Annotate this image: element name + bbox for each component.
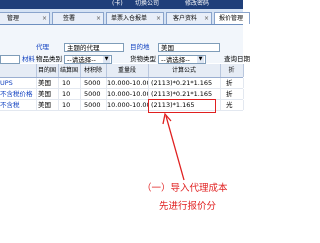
switch-company-link[interactable]: 切换公司 (135, 0, 159, 8)
chevron-down-icon: ▼ (197, 56, 204, 63)
row-weight: 10.000-10.000 (107, 100, 149, 110)
tab-label: 单票入仓报单 (111, 15, 148, 22)
row-weight: 10.000-10.000 (107, 78, 149, 88)
cargo-type-label: 物品类别 (36, 55, 62, 63)
row-country: 美国 (38, 100, 59, 110)
tab-quote-management[interactable]: 报价管理 (214, 12, 250, 24)
row-discount: 光 (226, 100, 244, 110)
tab-single-entry[interactable]: 单票入仓报单 × (106, 12, 164, 24)
row-name[interactable]: 不含税 (0, 100, 37, 110)
tab-sign[interactable]: 签署 × (52, 12, 104, 24)
col-formula: 计算公式 (148, 64, 221, 77)
left-input[interactable] (0, 55, 20, 64)
row-divisor: 5000 (84, 100, 107, 110)
close-icon[interactable]: × (204, 13, 209, 24)
col-blank (0, 64, 37, 77)
top-bar: (卡) 切换公司 修改密码 (0, 0, 243, 9)
tab-management[interactable]: 管理 × (0, 12, 50, 24)
row-divisor: 5000 (84, 78, 107, 88)
annotation-arrow-icon (162, 112, 185, 181)
col-settle: 结算国 (58, 64, 81, 77)
tab-label: 客户资料 (173, 15, 198, 22)
cargo-type-select[interactable]: --请选择-- ▼ (64, 55, 112, 64)
row-country: 美国 (38, 78, 59, 88)
goods-type-select[interactable]: --请选择-- ▼ (158, 55, 206, 64)
row-discount: 折 (226, 78, 244, 88)
row-name[interactable]: UPS (0, 78, 37, 88)
agent-field[interactable]: 主题的代理 (64, 43, 124, 52)
destination-value: 美国 (161, 44, 174, 52)
agent-label: 代理 (36, 43, 49, 51)
row-country: 美国 (38, 89, 59, 99)
query-date-label: 查询日期 (224, 55, 250, 63)
close-icon[interactable]: × (96, 13, 101, 24)
tab-label: 报价管理 (219, 15, 244, 22)
col-destination: 目的国 (36, 64, 59, 77)
filter-panel: 代理 主题的代理 目的地 美国 材料 物品类别 --请选择-- ▼ 货物类型 -… (0, 25, 250, 64)
row-settle: 10 (62, 89, 81, 99)
cargo-type-value: --请选择-- (67, 56, 96, 64)
agent-value: 主题的代理 (67, 44, 100, 52)
tab-label: 管理 (7, 15, 20, 22)
col-discount: 折 (220, 64, 244, 77)
goods-type-label: 货物类型 (130, 55, 156, 63)
row-discount: 折 (226, 89, 244, 99)
change-password-link[interactable]: 修改密码 (185, 0, 209, 8)
row-formula: (2113)*0.21*1.165 (151, 89, 221, 99)
annotation-line-1: （一）导入代理成本 (142, 183, 228, 194)
row-formula: (2113)*0.21*1.165 (151, 78, 221, 88)
tab-customer-info[interactable]: 客户资料 × (166, 12, 212, 24)
tab-strip: 管理 × 签署 × 单票入仓报单 × 客户资料 × 报价管理 (0, 9, 250, 25)
chevron-down-icon: ▼ (103, 56, 110, 63)
table-header: 目的国 结算国 材积除 重量段 计算公式 折 (0, 64, 244, 78)
material-label: 材料 (22, 55, 35, 63)
destination-label: 目的地 (130, 43, 150, 51)
annotation-line-2: 先进行报价分 (159, 201, 217, 212)
user-label: (卡) (112, 0, 123, 7)
goods-type-value: --请选择-- (161, 56, 190, 64)
tab-label: 签署 (63, 15, 76, 22)
row-settle: 10 (62, 78, 81, 88)
row-divisor: 5000 (84, 89, 107, 99)
col-divisor: 材积除 (80, 64, 107, 77)
row-settle: 10 (62, 100, 81, 110)
close-icon[interactable]: × (42, 13, 47, 24)
close-icon[interactable]: × (156, 13, 161, 24)
col-weight: 重量段 (106, 64, 149, 77)
row-weight: 10.000-10.000 (107, 89, 149, 99)
row-name[interactable]: 不含税价格 (0, 89, 37, 99)
table-row[interactable]: UPS 美国 10 5000 10.000-10.000 (2113)*0.21… (0, 78, 244, 89)
destination-field[interactable]: 美国 (158, 43, 220, 52)
